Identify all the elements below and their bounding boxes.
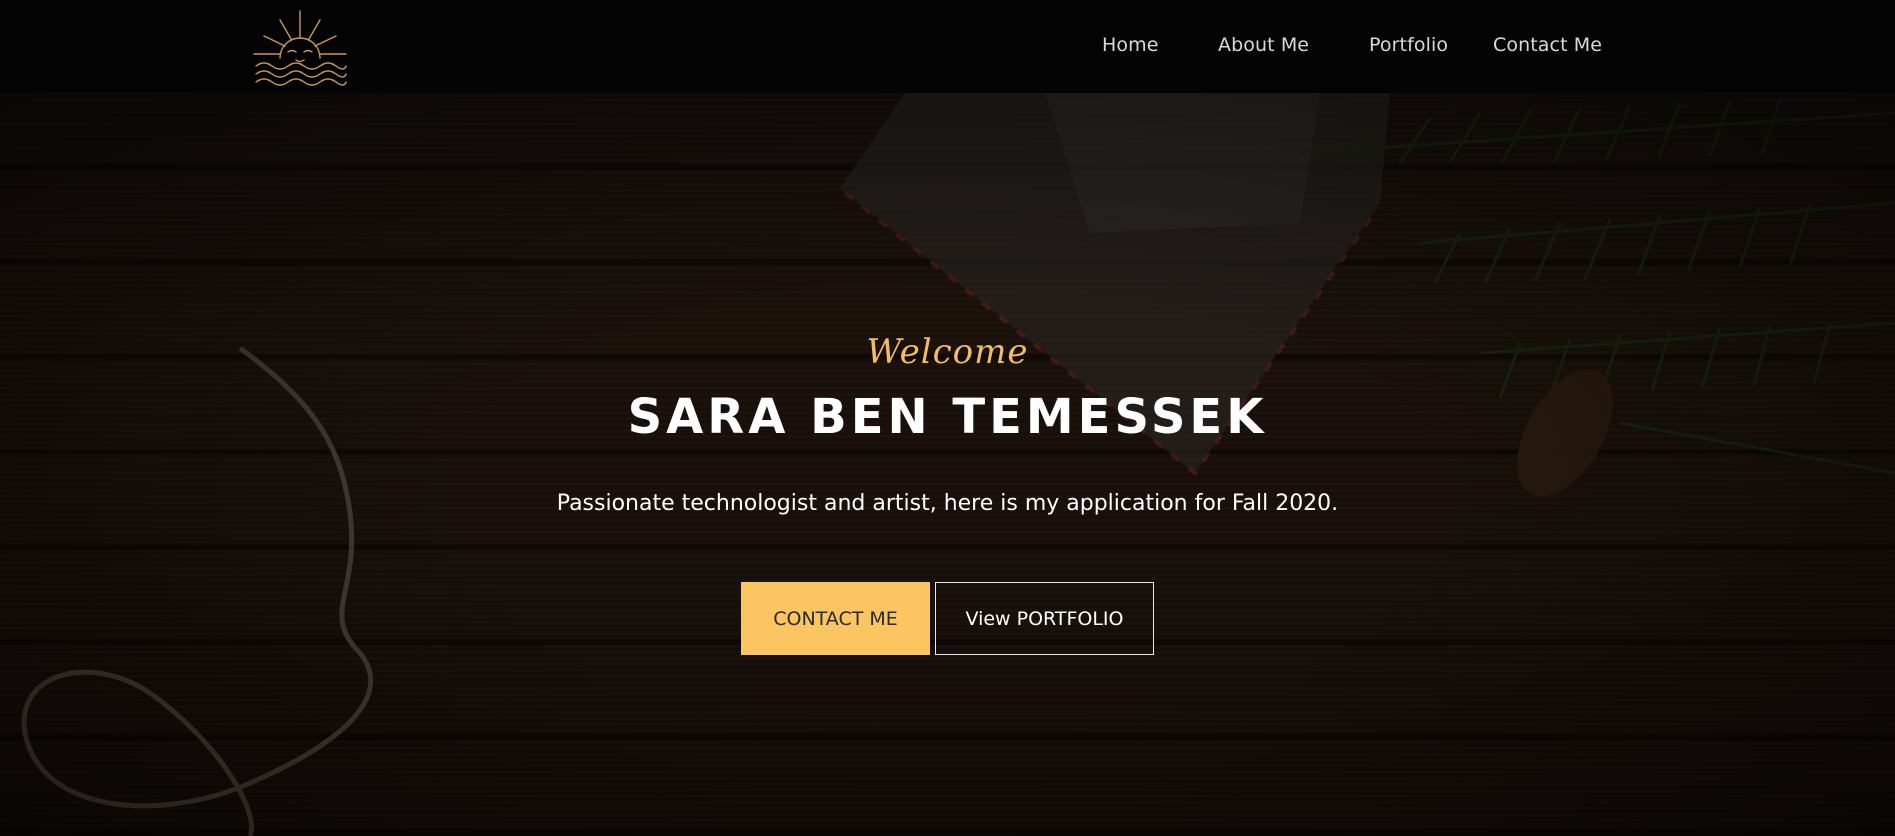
hero-overlay	[0, 93, 1895, 836]
nav-contact-link[interactable]: Contact Me	[1493, 34, 1602, 56]
hero-tagline: Passionate technologist and artist, here…	[556, 491, 1339, 516]
nav-about-link[interactable]: About Me	[1218, 34, 1309, 56]
page-title: SARA BEN TEMESSEK	[627, 389, 1268, 445]
nav-home-link[interactable]: Home	[1102, 34, 1159, 56]
site-header: Home About Me Portfolio Contact Me	[0, 0, 1895, 93]
hero-section: Welcome SARA BEN TEMESSEK Passionate tec…	[0, 93, 1895, 836]
view-portfolio-button[interactable]: View PORTFOLIO	[935, 582, 1154, 655]
nav-portfolio-link[interactable]: Portfolio	[1369, 34, 1448, 56]
sun-logo-icon[interactable]	[250, 8, 350, 86]
contact-me-button[interactable]: CONTACT ME	[741, 582, 930, 655]
welcome-text: Welcome	[866, 332, 1029, 372]
